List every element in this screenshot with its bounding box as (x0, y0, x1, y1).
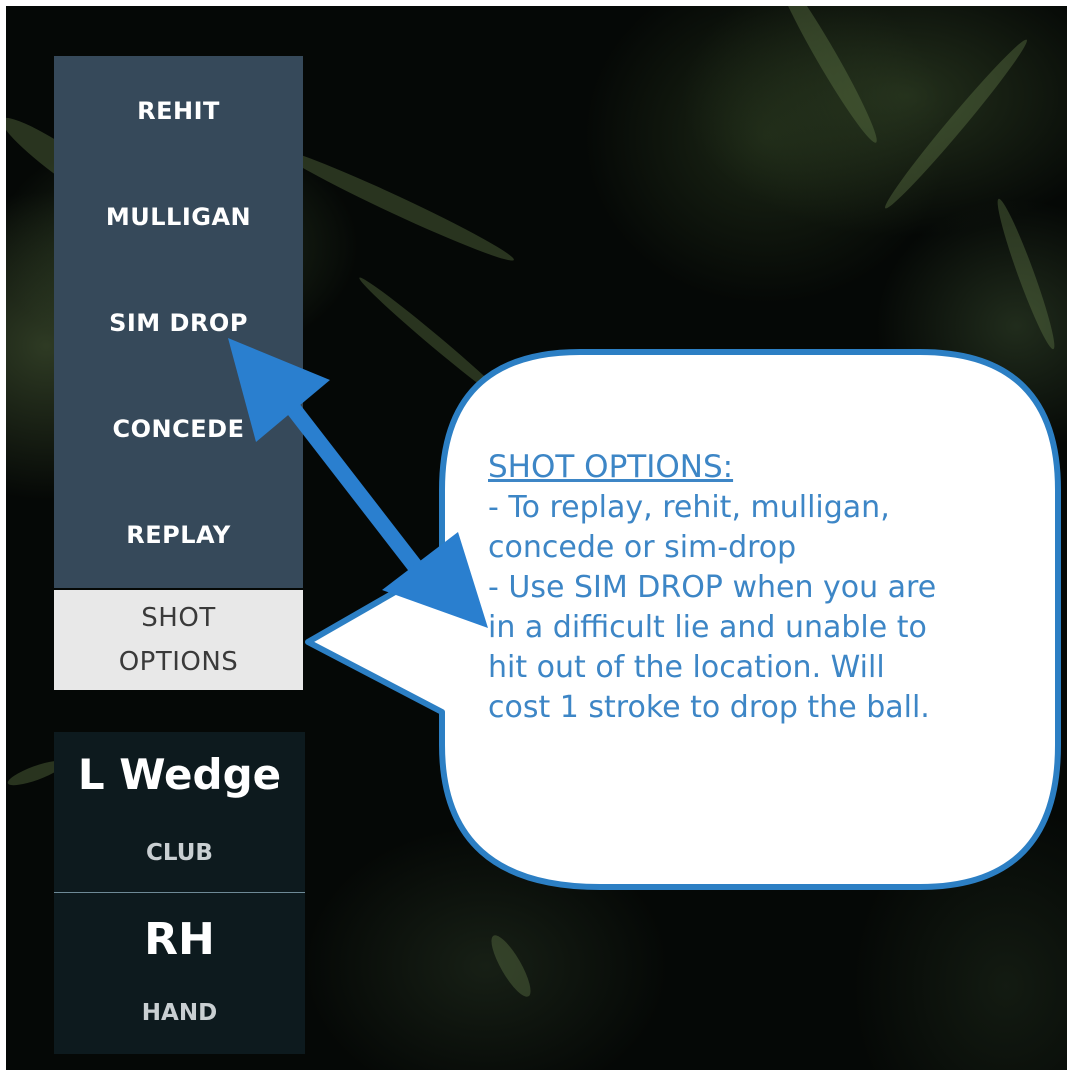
callout-line: hit out of the location. Will (488, 650, 885, 685)
callout-line: - Use SIM DROP when you are (488, 570, 937, 605)
callout-title: SHOT OPTIONS: (488, 449, 734, 485)
callout-line: concede or sim-drop (488, 530, 797, 565)
arrow-shaft (278, 393, 425, 575)
callout-line: in a difficult lie and unable to (488, 610, 927, 645)
callout-text: SHOT OPTIONS: - To replay, rehit, mullig… (488, 447, 1048, 728)
callout-line: - To replay, rehit, mulligan, (488, 490, 890, 525)
callout-line: cost 1 stroke to drop the ball. (488, 690, 930, 725)
